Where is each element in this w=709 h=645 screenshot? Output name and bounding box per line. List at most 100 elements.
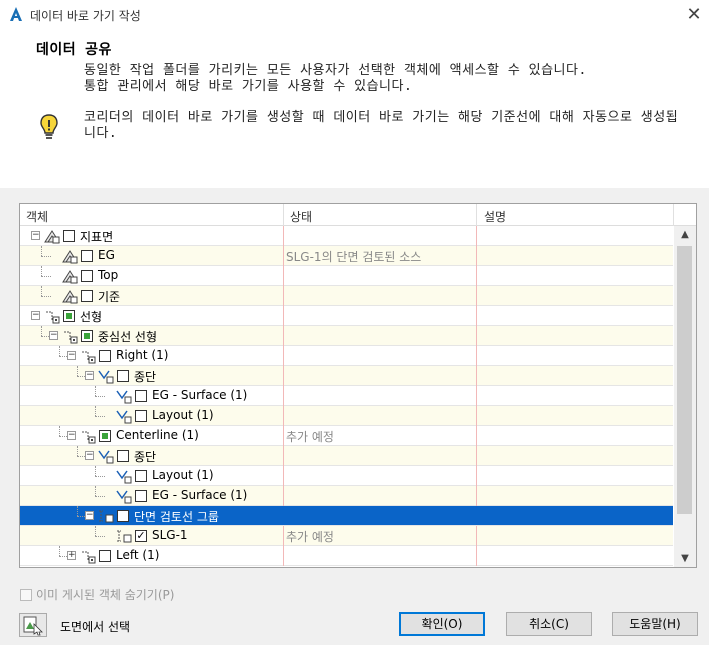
row-status: SLG-1의 단면 검토된 소스 [286, 250, 422, 264]
cancel-button[interactable]: 취소(C) [506, 612, 592, 636]
row-label: Centerline (1) [116, 428, 199, 442]
row-checkbox[interactable] [135, 410, 147, 422]
surface-icon [44, 228, 60, 244]
row-label: 종단 [134, 450, 157, 464]
profile-icon [98, 368, 114, 384]
tree-row[interactable]: − Right (1) [20, 346, 673, 366]
tree-row[interactable]: − 중심선 선형 [20, 326, 673, 346]
row-checkbox[interactable] [81, 270, 93, 282]
row-label: EG - Surface (1) [152, 488, 248, 502]
objects-grid[interactable]: 객체 상태 설명 − 지표면 EG SLG-1의 단면 검토된 소스 Top 기준 − 선형 −… [19, 203, 697, 568]
tree-row[interactable]: − 종단 [20, 446, 673, 466]
row-label: 단면 검토선 그룹 [134, 510, 219, 524]
alignment-icon [44, 308, 60, 324]
vertical-scrollbar[interactable]: ▲ ▼ [674, 226, 696, 567]
checkbox-icon [20, 589, 32, 601]
row-checkbox[interactable] [99, 350, 111, 362]
desc-line-2: 통합 관리에서 해당 바로 가기를 사용할 수 있습니다. [84, 79, 413, 94]
tree-row[interactable]: − Centerline (1) 추가 예정 [20, 426, 673, 446]
row-checkbox[interactable] [63, 310, 75, 322]
grid-column-header: 객체 상태 설명 [20, 204, 696, 226]
pick-from-drawing-button[interactable] [19, 613, 47, 637]
row-label: Layout (1) [152, 408, 214, 422]
pick-drawing-icon [23, 616, 43, 636]
row-label: 선형 [80, 310, 103, 324]
row-label: SLG-1 [152, 528, 188, 542]
collapse-icon[interactable]: − [67, 351, 76, 360]
help-button[interactable]: 도움말(H) [612, 612, 698, 636]
ok-button[interactable]: 확인(O) [399, 612, 485, 636]
surface-icon [62, 268, 78, 284]
row-label: EG - Surface (1) [152, 388, 248, 402]
row-checkbox[interactable] [117, 450, 129, 462]
civil3d-app-icon [10, 7, 22, 21]
row-checkbox[interactable]: ✓ [117, 510, 129, 522]
header-description: 동일한 작업 폴더를 가리키는 모든 사용자가 선택한 객체에 액세스할 수 있… [84, 63, 587, 95]
desc-line-1: 동일한 작업 폴더를 가리키는 모든 사용자가 선택한 객체에 액세스할 수 있… [84, 63, 587, 78]
collapse-icon[interactable]: − [31, 311, 40, 320]
row-label: Left (1) [116, 548, 160, 562]
collapse-icon[interactable]: − [85, 371, 94, 380]
info-header: 데이터 공유 동일한 작업 폴더를 가리키는 모든 사용자가 선택한 객체에 액… [0, 30, 709, 188]
profile-icon [116, 408, 132, 424]
scroll-thumb[interactable] [677, 246, 692, 514]
profile-icon [116, 388, 132, 404]
row-label: 지표면 [80, 230, 114, 244]
alignment-icon [80, 428, 96, 444]
row-label: Layout (1) [152, 468, 214, 482]
row-checkbox[interactable] [99, 550, 111, 562]
collapse-icon[interactable]: − [85, 511, 94, 520]
tree-row[interactable]: + Left (1) [20, 546, 673, 566]
lightbulb-icon [40, 114, 58, 139]
tree-row[interactable]: − ✓ 단면 검토선 그룹 [20, 506, 673, 526]
row-label: Right (1) [116, 348, 169, 362]
hide-published-checkbox[interactable]: 이미 게시된 객체 숨기기(P) [20, 586, 174, 603]
row-status: 추가 예정 [286, 530, 334, 544]
row-checkbox[interactable]: ✓ [135, 530, 147, 542]
pick-from-drawing-label: 도면에서 선택 [60, 620, 131, 634]
row-checkbox[interactable] [81, 330, 93, 342]
alignment-icon [80, 548, 96, 564]
tree-row[interactable]: Layout (1) [20, 466, 673, 486]
row-label: 기준 [98, 290, 121, 304]
tree-row[interactable]: ✓ SLG-1 추가 예정 [20, 526, 673, 546]
surface-icon [62, 248, 78, 264]
sample-icon [116, 528, 132, 544]
row-checkbox[interactable] [135, 490, 147, 502]
tree-row[interactable]: EG SLG-1의 단면 검토된 소스 [20, 246, 673, 266]
collapse-icon[interactable]: − [31, 231, 40, 240]
hide-published-label: 이미 게시된 객체 숨기기(P) [36, 588, 175, 602]
profile-icon [98, 448, 114, 464]
row-checkbox[interactable] [117, 370, 129, 382]
tree-row[interactable]: − 지표면 [20, 226, 673, 246]
collapse-icon[interactable]: − [67, 431, 76, 440]
tree-row[interactable]: 기준 [20, 286, 673, 306]
tree-row[interactable]: − 선형 [20, 306, 673, 326]
tree-row[interactable]: − 종단 [20, 366, 673, 386]
profile-icon [116, 488, 132, 504]
tree-row[interactable]: Layout (1) [20, 406, 673, 426]
tree-row[interactable]: EG - Surface (1) [20, 386, 673, 406]
column-description[interactable]: 설명 [484, 208, 506, 225]
column-object[interactable]: 객체 [26, 208, 48, 225]
collapse-icon[interactable]: − [49, 331, 58, 340]
row-checkbox[interactable] [135, 390, 147, 402]
alignment-icon [80, 348, 96, 364]
scroll-up-icon[interactable]: ▲ [674, 226, 696, 244]
profile-icon [116, 468, 132, 484]
scroll-down-icon[interactable]: ▼ [674, 550, 696, 567]
collapse-icon[interactable]: − [85, 451, 94, 460]
column-status[interactable]: 상태 [290, 208, 312, 225]
row-label: EG [98, 248, 115, 262]
expand-icon[interactable]: + [67, 551, 76, 560]
row-checkbox[interactable] [81, 290, 93, 302]
row-checkbox[interactable] [99, 430, 111, 442]
row-checkbox[interactable] [135, 470, 147, 482]
row-checkbox[interactable] [81, 250, 93, 262]
sample-icon [98, 508, 114, 524]
tree-row[interactable]: EG - Surface (1) [20, 486, 673, 506]
header-note: 코리더의 데이터 바로 가기를 생성할 때 데이터 바로 가기는 해당 기준선에… [84, 110, 679, 141]
tree-row[interactable]: Top [20, 266, 673, 286]
row-checkbox[interactable] [63, 230, 75, 242]
close-button[interactable]: ✕ [680, 3, 708, 27]
